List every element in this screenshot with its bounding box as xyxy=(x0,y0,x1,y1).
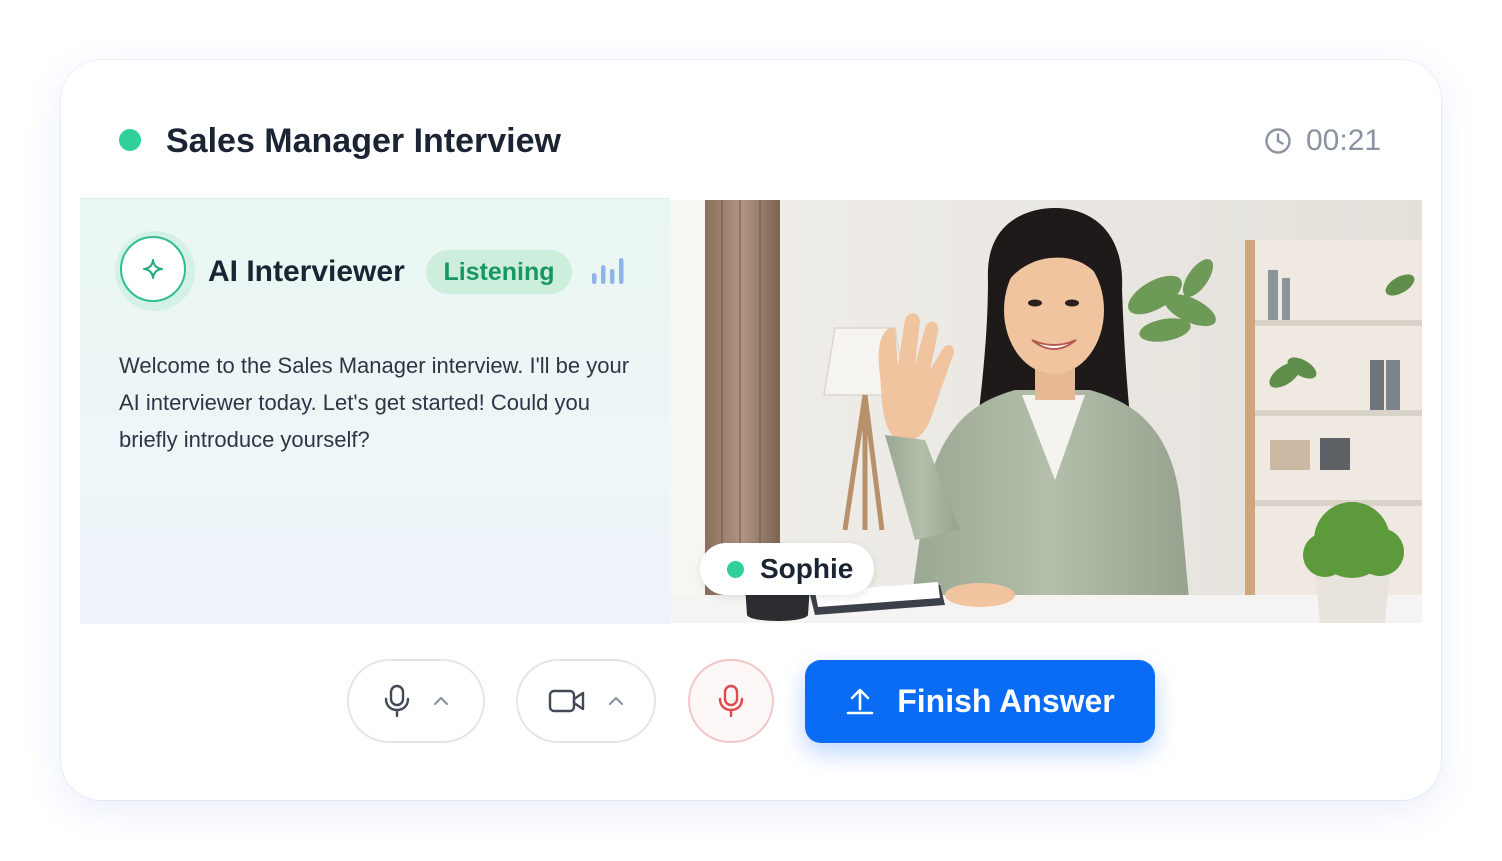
timer-value: 00:21 xyxy=(1306,124,1382,157)
timer: 00:21 xyxy=(1264,122,1381,160)
ai-interviewer-name: AI Interviewer xyxy=(208,255,405,288)
audio-level-icon xyxy=(592,258,624,284)
finish-answer-button[interactable]: Finish Answer xyxy=(805,660,1155,743)
sparkle-icon xyxy=(143,259,163,279)
finish-answer-label: Finish Answer xyxy=(897,683,1115,719)
ai-interviewer-panel: AI Interviewer Listening Welcome to the … xyxy=(80,198,670,624)
video-camera-icon xyxy=(548,689,585,713)
camera-control[interactable] xyxy=(516,659,656,743)
live-status-dot xyxy=(119,129,141,151)
participant-name-tag: Sophie xyxy=(700,543,874,595)
ai-message: Welcome to the Sales Manager interview. … xyxy=(119,353,630,452)
chevron-up-icon[interactable] xyxy=(433,696,449,706)
mute-button[interactable] xyxy=(688,659,774,743)
microphone-red-icon xyxy=(718,684,744,718)
upload-icon xyxy=(846,688,874,714)
microphone-control[interactable] xyxy=(347,659,485,743)
participant-name: Sophie xyxy=(760,553,854,584)
status-badge: Listening xyxy=(426,250,572,294)
clock-icon xyxy=(1265,128,1291,154)
ai-avatar xyxy=(120,236,186,302)
chevron-up-icon[interactable] xyxy=(608,696,624,706)
online-status-dot xyxy=(727,560,744,578)
page-title: Sales Manager Interview xyxy=(166,122,561,160)
microphone-icon xyxy=(384,684,410,718)
